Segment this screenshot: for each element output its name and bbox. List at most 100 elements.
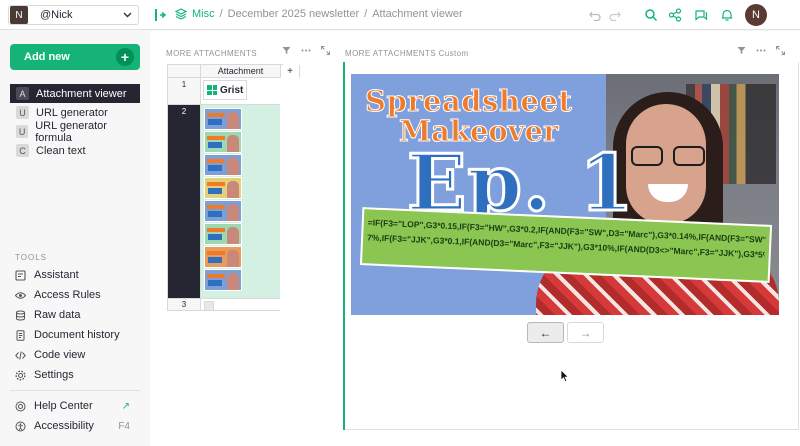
grid-header: Attachment + xyxy=(168,64,300,78)
breadcrumb-separator: / xyxy=(364,8,368,20)
breadcrumb-workspace[interactable]: Misc xyxy=(175,8,215,20)
user-avatar[interactable]: N xyxy=(745,4,767,26)
previous-button[interactable]: ← xyxy=(527,322,564,343)
mouse-cursor-icon xyxy=(560,369,570,383)
breadcrumb: Misc / December 2025 newsletter / Attach… xyxy=(175,8,463,20)
expand-icon[interactable] xyxy=(321,46,330,58)
page-item-label: URL generator formula xyxy=(35,119,107,144)
next-button[interactable]: → xyxy=(567,322,604,343)
chevron-down-icon xyxy=(123,10,132,20)
org-avatar: N xyxy=(10,6,28,24)
attachment-thumbnail[interactable]: Grist xyxy=(203,80,247,100)
main-area: MORE ATTACHMENTS Attachment + 1 Grist 2 xyxy=(150,31,800,446)
page-item-clean-text[interactable]: C Clean text xyxy=(10,141,140,160)
more-options-icon[interactable] xyxy=(756,46,766,58)
page-item-label: Clean text xyxy=(36,144,86,157)
panel-toggle-icon[interactable] xyxy=(154,7,168,23)
filter-icon[interactable] xyxy=(737,46,746,58)
add-new-label: Add new xyxy=(24,51,70,63)
row-number[interactable]: 1 xyxy=(168,78,200,105)
tool-item-raw-data[interactable]: Raw data xyxy=(15,307,140,323)
tool-item-assistant[interactable]: Assistant xyxy=(15,267,140,283)
page-letter-icon: C xyxy=(16,144,29,157)
search-icon[interactable] xyxy=(642,6,660,24)
workspace-icon xyxy=(175,8,187,20)
add-column-button[interactable]: + xyxy=(280,65,300,78)
divider xyxy=(10,390,140,391)
grid-section-controls xyxy=(282,46,330,58)
assistant-icon xyxy=(15,269,26,281)
tool-item-label: Document history xyxy=(34,329,120,341)
breadcrumb-separator: / xyxy=(219,8,223,20)
expand-icon[interactable] xyxy=(776,46,785,58)
grist-logo-icon xyxy=(207,85,217,95)
page-letter-icon: U xyxy=(16,106,29,119)
attachment-thumbnail[interactable] xyxy=(204,223,242,245)
comments-icon[interactable] xyxy=(692,6,710,24)
divider xyxy=(798,62,799,430)
add-new-button[interactable]: Add new + xyxy=(10,44,140,70)
filter-icon[interactable] xyxy=(282,46,291,58)
breadcrumb-page[interactable]: Attachment viewer xyxy=(372,8,462,20)
plus-icon: + xyxy=(116,48,134,66)
attachment-thumbnail[interactable] xyxy=(204,200,242,222)
tool-item-label: Assistant xyxy=(34,269,79,281)
tool-item-settings[interactable]: Settings xyxy=(15,367,140,383)
viewer-section-controls xyxy=(737,46,785,58)
page-item-label: Attachment viewer xyxy=(36,87,127,100)
attachment-cell-empty[interactable] xyxy=(200,299,280,311)
tool-item-label: Settings xyxy=(34,369,74,381)
tool-item-label: Access Rules xyxy=(34,289,101,301)
thumbnail-label: Grist xyxy=(220,84,244,96)
share-icon[interactable] xyxy=(666,6,684,24)
viewer-section-title: MORE ATTACHMENTS Custom xyxy=(345,49,469,58)
attachment-thumbnail[interactable] xyxy=(204,154,242,176)
tools-heading: TOOLS xyxy=(15,253,47,262)
eye-icon xyxy=(15,290,26,301)
tool-item-accessibility[interactable]: Accessibility F4 xyxy=(15,418,140,434)
gear-icon xyxy=(15,369,26,381)
page-item-attachment-viewer[interactable]: A Attachment viewer xyxy=(10,84,140,103)
page-item-url-generator-formula[interactable]: U URL generator formula xyxy=(10,119,140,144)
accessibility-icon xyxy=(15,421,26,432)
notifications-bell-icon[interactable] xyxy=(718,6,736,24)
attachment-thumbnail[interactable] xyxy=(204,177,242,199)
column-header-attachment[interactable]: Attachment xyxy=(200,65,280,78)
grid-section-title: MORE ATTACHMENTS xyxy=(166,49,257,58)
undo-icon[interactable] xyxy=(586,6,604,24)
help-center-icon xyxy=(15,401,26,412)
attachment-thumbnail[interactable] xyxy=(204,131,242,153)
page-letter-icon: A xyxy=(16,87,29,100)
org-name: @Nick xyxy=(40,9,73,21)
tool-item-label: Help Center xyxy=(34,400,93,412)
page-letter-icon: U xyxy=(16,125,29,138)
attachment-cell-selected[interactable] xyxy=(200,105,280,299)
attachment-cell[interactable]: Grist xyxy=(200,78,280,105)
left-panel: Add new + A Attachment viewer U URL gene… xyxy=(0,31,150,446)
divider xyxy=(345,429,799,430)
code-icon xyxy=(15,350,26,361)
redo-icon[interactable] xyxy=(606,6,624,24)
tool-item-code-view[interactable]: Code view xyxy=(15,347,140,363)
attachment-thumbnail[interactable] xyxy=(204,269,242,291)
external-link-icon: ↗ xyxy=(121,400,130,412)
attachment-thumbnail[interactable] xyxy=(204,246,242,268)
row-number[interactable]: 3 xyxy=(168,299,200,311)
document-history-icon xyxy=(15,329,26,341)
tool-item-document-history[interactable]: Document history xyxy=(15,327,140,343)
org-switcher[interactable]: N @Nick xyxy=(8,5,139,25)
tool-item-label: Accessibility xyxy=(34,420,94,432)
attachment-image[interactable]: Spreadsheet Makeover Ep. 1 =IF(F3="LOP",… xyxy=(351,74,779,315)
tool-item-access-rules[interactable]: Access Rules xyxy=(15,287,140,303)
breadcrumb-workspace-label: Misc xyxy=(192,8,215,20)
glasses-graphic xyxy=(631,146,705,166)
hero-title-line1: Spreadsheet xyxy=(364,84,573,119)
tool-item-help-center[interactable]: Help Center ↗ xyxy=(15,398,140,414)
more-options-icon[interactable] xyxy=(301,46,311,58)
breadcrumb-document[interactable]: December 2025 newsletter xyxy=(228,8,359,20)
add-attachment-placeholder[interactable] xyxy=(204,301,214,311)
attachment-thumbnail[interactable] xyxy=(204,108,242,130)
page-item-label: URL generator xyxy=(36,106,108,119)
row-number[interactable]: 2 xyxy=(168,105,200,299)
attachments-grid: Attachment + 1 Grist 2 3 xyxy=(167,64,300,311)
